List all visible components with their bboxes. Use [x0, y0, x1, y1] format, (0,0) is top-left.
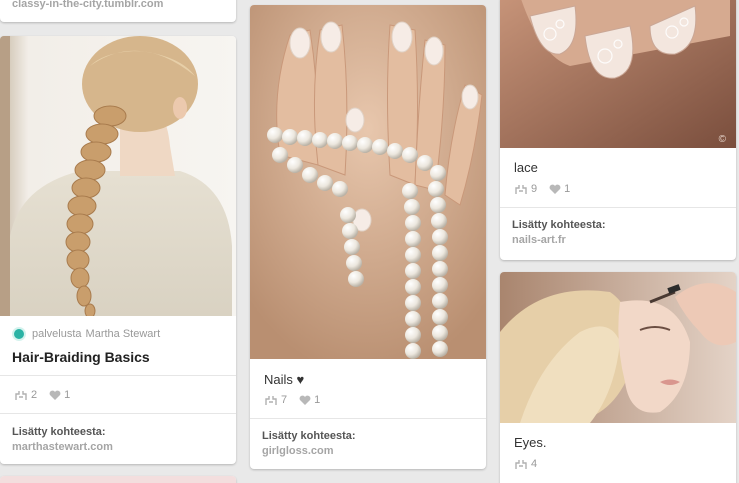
divider [0, 413, 236, 414]
pin-card-top[interactable]: classy-in-the-city.tumblr.com [0, 0, 236, 22]
like-count: 1 [564, 183, 571, 195]
source-label: Lisätty kohteesta: [262, 430, 356, 442]
pin-image[interactable] [0, 476, 236, 483]
pin-card-hair-braiding[interactable]: palvelusta Martha Stewart Hair-Braiding … [0, 36, 236, 464]
pin-via[interactable]: palvelusta Martha Stewart [12, 327, 160, 341]
pin-title: Hair-Braiding Basics [12, 349, 150, 365]
like-count: 1 [64, 389, 71, 401]
pin-source-domain[interactable]: girlgloss.com [262, 445, 334, 457]
repin-count: 2 [31, 389, 38, 401]
eyes-makeup-photo [500, 272, 736, 423]
pin-image[interactable] [0, 36, 236, 316]
pin-stats: 9 1 [514, 183, 582, 195]
pin-stats: 7 1 [264, 394, 332, 406]
repin-icon[interactable] [514, 459, 528, 470]
pin-stats: 2 1 [14, 389, 82, 401]
via-name: Martha Stewart [85, 328, 161, 340]
heart-icon[interactable] [49, 390, 61, 401]
pin-source-domain[interactable]: marthastewart.com [12, 441, 113, 453]
pin-description: Eyes. [514, 435, 547, 450]
repin-icon[interactable] [514, 184, 528, 195]
pin-description: lace [514, 160, 538, 175]
divider [0, 375, 236, 376]
divider [250, 418, 486, 419]
like-count: 1 [314, 394, 321, 406]
pin-card-partial[interactable] [0, 476, 236, 483]
repin-count: 4 [531, 458, 538, 470]
braid-photo [0, 36, 236, 316]
via-prefix: palvelusta [32, 328, 82, 340]
pin-card-nails[interactable]: Nails ♥ 7 1 Lisätty kohteesta: girlgloss… [250, 5, 486, 469]
source-label: Lisätty kohteesta: [512, 219, 606, 231]
repin-icon[interactable] [264, 395, 278, 406]
repin-icon[interactable] [14, 390, 28, 401]
pin-card-lace[interactable]: © lace 9 1 Lisätty kohteesta: nails-art.… [500, 0, 736, 260]
pin-card-eyes[interactable]: Eyes. 4 [500, 272, 736, 483]
pin-image[interactable] [250, 5, 486, 359]
pin-source-domain[interactable]: nails-art.fr [512, 234, 566, 246]
pearls-photo [250, 5, 486, 359]
heart-icon[interactable] [299, 395, 311, 406]
lace-nails-photo: © [500, 0, 736, 148]
pin-image[interactable] [500, 272, 736, 423]
via-avatar-icon [12, 327, 26, 341]
repin-count: 9 [531, 183, 538, 195]
pin-stats: 4 [514, 458, 549, 470]
heart-icon[interactable] [549, 184, 561, 195]
image-watermark: © [719, 134, 727, 145]
source-label: Lisätty kohteesta: [12, 426, 106, 438]
repin-count: 7 [281, 394, 288, 406]
pin-source-domain[interactable]: classy-in-the-city.tumblr.com [12, 0, 163, 10]
divider [500, 207, 736, 208]
pin-description: Nails ♥ [264, 372, 305, 387]
pin-image[interactable]: © [500, 0, 736, 148]
